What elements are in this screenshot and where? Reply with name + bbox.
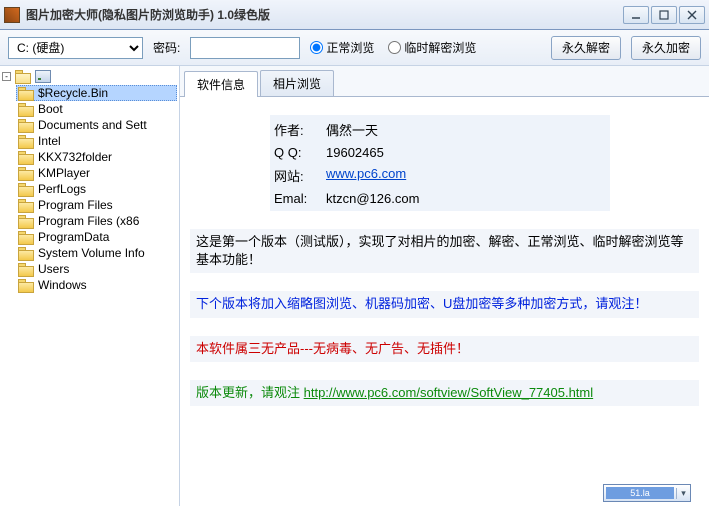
minimize-button[interactable]	[623, 6, 649, 24]
folder-icon	[18, 199, 34, 212]
maximize-button[interactable]	[651, 6, 677, 24]
tree-item[interactable]: Users	[16, 261, 177, 277]
tree-item-label: Users	[38, 262, 69, 276]
tree-item[interactable]: KKX732folder	[16, 149, 177, 165]
window-title: 图片加密大师(隐私图片防浏览助手) 1.0绿色版	[26, 6, 623, 23]
folder-icon	[18, 119, 34, 132]
tree-root[interactable]: -	[2, 70, 177, 83]
tree-item[interactable]: PerfLogs	[16, 181, 177, 197]
tree-item[interactable]: $Recycle.Bin	[16, 85, 177, 101]
decrypt-button[interactable]: 永久解密	[551, 36, 621, 60]
folder-icon	[18, 247, 34, 260]
tab-software-info[interactable]: 软件信息	[184, 71, 258, 97]
website-link[interactable]: www.pc6.com	[326, 166, 406, 185]
tree-item[interactable]: System Volume Info	[16, 245, 177, 261]
author-label: 作者:	[274, 120, 326, 139]
folder-icon	[18, 231, 34, 244]
qq-label: Q Q:	[274, 145, 326, 160]
folder-icon	[18, 87, 34, 100]
radio-normal-browse[interactable]: 正常浏览	[310, 39, 374, 56]
email-row: Emal: ktzcn@126.com	[274, 188, 606, 209]
update-link[interactable]: http://www.pc6.com/softview/SoftView_774…	[304, 385, 594, 400]
qq-value: 19602465	[326, 145, 384, 160]
folder-icon	[18, 279, 34, 292]
tree-item-label: ProgramData	[38, 230, 109, 244]
tree-item[interactable]: Windows	[16, 277, 177, 293]
website-label: 网站:	[274, 166, 326, 185]
paragraph-next-version: 下个版本将加入缩略图浏览、机器码加密、U盘加密等多种加密方式，请观注！	[190, 291, 699, 317]
qq-row: Q Q: 19602465	[274, 142, 606, 163]
tree-item-label: PerfLogs	[38, 182, 86, 196]
tree-item-label: KKX732folder	[38, 150, 112, 164]
folder-icon	[18, 135, 34, 148]
tree-item-label: Intel	[38, 134, 61, 148]
tree-item-label: $Recycle.Bin	[38, 86, 108, 100]
tree-item[interactable]: Documents and Sett	[16, 117, 177, 133]
browse-mode-group: 正常浏览 临时解密浏览	[310, 39, 476, 56]
app-icon	[4, 7, 20, 23]
titlebar: 图片加密大师(隐私图片防浏览助手) 1.0绿色版	[0, 0, 709, 30]
folder-icon	[18, 215, 34, 228]
expander-icon[interactable]: -	[2, 72, 11, 81]
window-buttons	[623, 6, 705, 24]
stats-widget[interactable]: 51.la ▾	[603, 484, 691, 502]
folder-icon	[18, 151, 34, 164]
tabs: 软件信息 相片浏览	[180, 66, 709, 97]
author-info-block: 作者: 偶然一天 Q Q: 19602465 网站: www.pc6.com E…	[270, 115, 610, 211]
folder-open-icon	[15, 70, 31, 83]
password-input[interactable]	[190, 37, 300, 59]
radio-normal-input[interactable]	[310, 41, 323, 54]
tree-item-label: Boot	[38, 102, 63, 116]
tree-item-label: Documents and Sett	[38, 118, 147, 132]
toolbar: C: (硬盘) 密码: 正常浏览 临时解密浏览 永久解密 永久加密	[0, 30, 709, 66]
paragraph-version-intro: 这是第一个版本（测试版），实现了对相片的加密、解密、正常浏览、临时解密浏览等基本…	[190, 229, 699, 273]
tree-item[interactable]: Program Files (x86	[16, 213, 177, 229]
encrypt-button[interactable]: 永久加密	[631, 36, 701, 60]
main-area: - $Recycle.Bin Boot Documents and Sett Inte…	[0, 66, 709, 506]
password-label: 密码:	[153, 39, 180, 56]
tree-children: $Recycle.Bin Boot Documents and Sett Intel K…	[16, 85, 177, 293]
tab-content: 作者: 偶然一天 Q Q: 19602465 网站: www.pc6.com E…	[180, 97, 709, 506]
tree-item[interactable]: Program Files	[16, 197, 177, 213]
tab-photo-browse[interactable]: 相片浏览	[260, 70, 334, 96]
folder-icon	[18, 103, 34, 116]
author-row: 作者: 偶然一天	[274, 117, 606, 142]
paragraph-clean-notice: 本软件属三无产品---无病毒、无广告、无插件！	[190, 336, 699, 362]
website-row: 网站: www.pc6.com	[274, 163, 606, 188]
radio-normal-label: 正常浏览	[326, 39, 374, 56]
folder-icon	[18, 263, 34, 276]
stats-widget-label: 51.la	[606, 487, 674, 499]
stats-widget-arrow-icon: ▾	[676, 488, 690, 499]
tree-item[interactable]: Boot	[16, 101, 177, 117]
folder-icon	[18, 183, 34, 196]
tree-item-label: System Volume Info	[38, 246, 145, 260]
paragraph-update-link: 版本更新，请观注 http://www.pc6.com/softview/Sof…	[190, 380, 699, 406]
radio-temp-decrypt-browse[interactable]: 临时解密浏览	[388, 39, 476, 56]
email-value: ktzcn@126.com	[326, 191, 419, 206]
tree-item[interactable]: Intel	[16, 133, 177, 149]
update-prefix: 版本更新，请观注	[196, 385, 304, 400]
radio-temp-label: 临时解密浏览	[404, 39, 476, 56]
close-button[interactable]	[679, 6, 705, 24]
folder-tree[interactable]: - $Recycle.Bin Boot Documents and Sett Inte…	[0, 66, 180, 506]
tree-item[interactable]: ProgramData	[16, 229, 177, 245]
tree-item-label: KMPlayer	[38, 166, 90, 180]
folder-icon	[18, 167, 34, 180]
content-panel: 软件信息 相片浏览 作者: 偶然一天 Q Q: 19602465 网站: www…	[180, 66, 709, 506]
author-value: 偶然一天	[326, 120, 378, 139]
tree-item-label: Program Files (x86	[38, 214, 139, 228]
radio-temp-input[interactable]	[388, 41, 401, 54]
tree-item-label: Program Files	[38, 198, 113, 212]
drive-select[interactable]: C: (硬盘)	[8, 37, 143, 59]
tree-item[interactable]: KMPlayer	[16, 165, 177, 181]
drive-icon	[35, 70, 51, 83]
email-label: Emal:	[274, 191, 326, 206]
tree-item-label: Windows	[38, 278, 87, 292]
